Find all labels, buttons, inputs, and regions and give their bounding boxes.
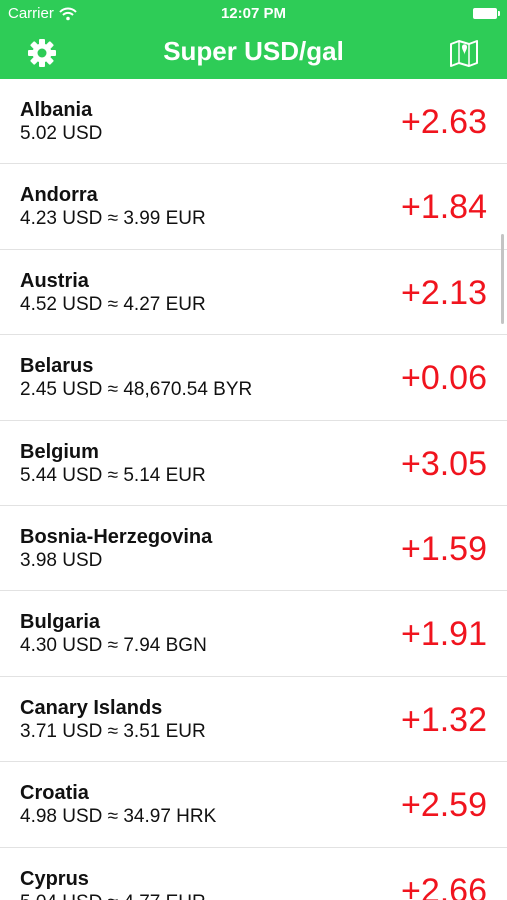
- country-name: Bosnia-Herzegovina: [20, 525, 213, 548]
- status-bar: Carrier 12:07 PM: [0, 0, 507, 28]
- price-difference: +2.59: [400, 786, 487, 825]
- list-item[interactable]: Cyprus 5.04 USD ≈ 4.77 EUR +2.66: [0, 848, 507, 900]
- battery-icon: [473, 8, 500, 19]
- country-name: Andorra: [20, 184, 98, 207]
- list-item[interactable]: Albania 5.02 USD +2.63: [0, 79, 507, 165]
- price-difference: +1.59: [400, 529, 487, 568]
- country-price: 5.04 USD ≈ 4.77 EUR: [20, 892, 206, 900]
- price-difference: +1.32: [400, 700, 487, 739]
- list-item[interactable]: Andorra 4.23 USD ≈ 3.99 EUR +1.84: [0, 164, 507, 250]
- nav-bar: Super USD/gal: [0, 28, 507, 79]
- price-difference: +2.13: [400, 273, 487, 312]
- country-name: Canary Islands: [20, 696, 163, 719]
- country-name: Austria: [20, 269, 89, 292]
- list-item[interactable]: Austria 4.52 USD ≈ 4.27 EUR +2.13: [0, 250, 507, 336]
- price-difference: +1.91: [400, 615, 487, 654]
- price-difference: +2.66: [400, 871, 487, 900]
- country-name: Belarus: [20, 355, 94, 378]
- price-difference: +1.84: [400, 188, 487, 227]
- list-item[interactable]: Bosnia-Herzegovina 3.98 USD +1.59: [0, 506, 507, 592]
- country-price: 3.71 USD ≈ 3.51 EUR: [20, 720, 206, 742]
- country-list[interactable]: Albania 5.02 USD +2.63 Andorra 4.23 USD …: [0, 79, 507, 900]
- country-name: Croatia: [20, 782, 89, 805]
- status-time: 12:07 PM: [220, 5, 287, 22]
- country-price: 3.98 USD: [20, 549, 103, 571]
- country-name: Albania: [20, 99, 93, 121]
- scroll-indicator[interactable]: [501, 234, 504, 324]
- country-price: 4.30 USD ≈ 7.94 BGN: [20, 635, 207, 657]
- country-name: Belgium: [20, 440, 99, 463]
- list-item[interactable]: Belgium 5.44 USD ≈ 5.14 EUR +3.05: [0, 421, 507, 506]
- country-name: Cyprus: [20, 867, 89, 890]
- country-name: Bulgaria: [20, 611, 101, 634]
- price-difference: +2.63: [400, 103, 487, 141]
- list-item[interactable]: Bulgaria 4.30 USD ≈ 7.94 BGN +1.91: [0, 591, 507, 677]
- country-price: 5.44 USD ≈ 5.14 EUR: [20, 464, 206, 486]
- price-difference: +3.05: [400, 444, 487, 483]
- price-difference: +0.06: [400, 359, 487, 398]
- country-price: 5.02 USD: [20, 123, 103, 144]
- country-price: 2.45 USD ≈ 48,670.54 BYR: [20, 379, 253, 401]
- list-item[interactable]: Canary Islands 3.71 USD ≈ 3.51 EUR +1.32: [0, 677, 507, 763]
- country-price: 4.98 USD ≈ 34.97 HRK: [20, 806, 217, 828]
- country-price: 4.23 USD ≈ 3.99 EUR: [20, 208, 206, 230]
- map-icon: [450, 40, 478, 67]
- map-button[interactable]: [448, 38, 480, 68]
- app-screen: Carrier 12:07 PM Super USD/gal Albania 5…: [0, 0, 507, 900]
- list-item[interactable]: Croatia 4.98 USD ≈ 34.97 HRK +2.59: [0, 762, 507, 848]
- list-item[interactable]: Belarus 2.45 USD ≈ 48,670.54 BYR +0.06: [0, 335, 507, 421]
- country-price: 4.52 USD ≈ 4.27 EUR: [20, 293, 206, 315]
- page-title: Super USD/gal: [163, 36, 344, 66]
